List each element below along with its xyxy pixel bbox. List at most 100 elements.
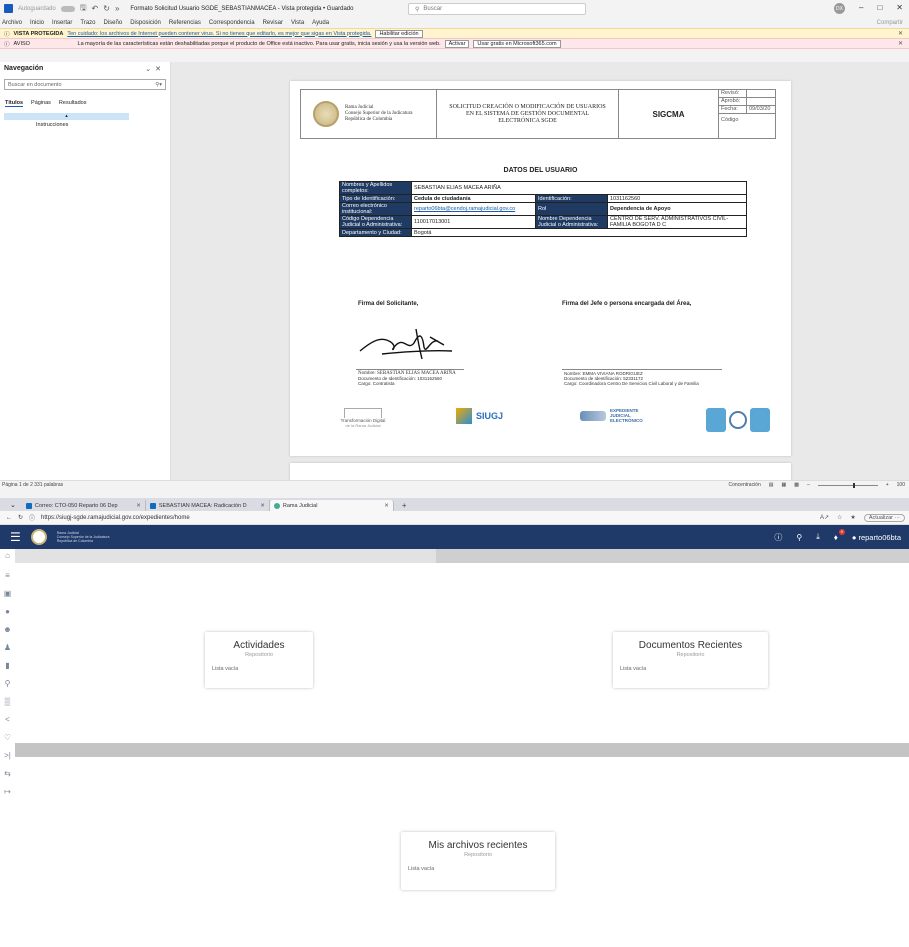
cell-label: Nombres y Apellidos completos: <box>339 181 412 195</box>
database-icon[interactable]: ● <box>3 607 12 616</box>
menu-disposicion[interactable]: Disposición <box>130 20 161 26</box>
menu-ayuda[interactable]: Ayuda <box>312 20 329 26</box>
browser-tab-radicacion[interactable]: SEBASTIAN MACEA: Radicación D ✕ <box>146 500 270 511</box>
signature-left-title: Firma del Solicitante, <box>358 301 419 307</box>
menu-vista[interactable]: Vista <box>291 20 304 26</box>
search-icon[interactable]: ⚲ <box>796 533 802 542</box>
card-empty-text: Lista vacía <box>212 666 239 672</box>
folder-icon[interactable]: ▣ <box>3 589 12 598</box>
nav-heading-item[interactable]: Instrucciones <box>0 120 170 128</box>
browser-tab-rama-judicial[interactable]: Rama Judicial ✕ <box>269 500 394 511</box>
menu-archivo[interactable]: Archivo <box>2 20 22 26</box>
notifications-icon[interactable]: ♦ 9 <box>834 528 845 542</box>
email-link[interactable]: reparto06bta@cendoj.ramajudicial.gov.co <box>411 202 536 216</box>
site-info-icon[interactable]: ⓘ <box>29 513 35 522</box>
autosave-toggle[interactable] <box>60 5 75 12</box>
reviso-label: Revisó: <box>719 90 747 97</box>
tab-actions-icon[interactable]: ⌄ <box>4 500 22 511</box>
cell-value: 110017013001 <box>411 215 536 229</box>
close-icon[interactable]: ✕ <box>896 3 903 14</box>
document-icon[interactable]: ▮ <box>3 661 12 670</box>
activate-button[interactable]: Activar <box>444 39 470 48</box>
favorite-icon[interactable]: ☆ <box>837 514 842 521</box>
more-icon[interactable]: » <box>115 4 119 13</box>
focus-button[interactable]: Concentración <box>729 482 761 488</box>
zoom-level[interactable]: 100 <box>897 482 905 488</box>
use-free-button[interactable]: Usar gratis en Microsoft365.com <box>473 39 561 48</box>
nav-search-input[interactable]: Buscar en documento ⚲▾ <box>4 79 166 90</box>
logout-icon[interactable]: ↦ <box>3 787 12 796</box>
users-icon[interactable]: ♟ <box>3 643 12 652</box>
protected-view-text[interactable]: Ten cuidado: los archivos de Internet pu… <box>67 31 371 37</box>
shield-icon[interactable]: ♡ <box>3 733 12 742</box>
siugj-logo: SIUGJ <box>456 408 503 424</box>
close-icon[interactable]: ✕ <box>260 503 265 509</box>
minimize-icon[interactable]: – <box>859 3 863 14</box>
help-icon[interactable]: ⓘ <box>774 532 782 543</box>
menu-inicio[interactable]: Inicio <box>30 20 44 26</box>
menu-icon[interactable]: ☰ <box>10 531 21 543</box>
menu-correspondencia[interactable]: Correspondencia <box>209 20 255 26</box>
chevron-down-icon[interactable]: ⌄ <box>145 66 155 73</box>
close-icon[interactable]: ✕ <box>898 30 903 37</box>
tab-resultados[interactable]: Resultados <box>59 100 87 107</box>
save-icon[interactable]: 🖫 <box>80 2 87 16</box>
tab-paginas[interactable]: Páginas <box>31 100 51 107</box>
home-icon[interactable]: ⌂ <box>3 551 12 560</box>
card-title: Documentos Recientes <box>638 640 743 651</box>
transfer-icon[interactable]: ⇆ <box>3 769 12 778</box>
user-icon[interactable]: ☻ <box>3 625 12 634</box>
notice-bar: ⓘ AVISO La mayoría de las característica… <box>0 38 909 49</box>
expand-icon[interactable]: >| <box>3 751 12 760</box>
word-search-box[interactable]: ⚲ Buscar <box>408 3 586 15</box>
search-icon: ⚲ <box>415 6 420 13</box>
zoom-slider[interactable] <box>817 482 878 488</box>
browser-tab-correo[interactable]: Correo: CTO-050 Reparto 06 Dep ✕ <box>22 500 146 511</box>
codigo-label: Código <box>721 117 739 123</box>
menu-revisar[interactable]: Revisar <box>263 20 283 26</box>
list-icon[interactable]: ≡ <box>3 571 12 580</box>
user-menu[interactable]: ● reparto06bta <box>852 533 901 542</box>
card-empty-text: Lista vacía <box>408 866 435 872</box>
avatar[interactable]: DX <box>834 3 845 14</box>
download-icon[interactable]: ⤓ <box>816 532 820 542</box>
tab-label: Rama Judicial <box>282 502 318 509</box>
nav-heading-collapse[interactable]: ▴ <box>4 113 129 120</box>
protected-view-bar: ⓘ VISTA PROTEGIDA Ten cuidado: los archi… <box>0 28 909 38</box>
favorites-icon[interactable]: ★ <box>850 514 855 521</box>
web-layout-icon[interactable]: ▩ <box>794 482 799 488</box>
close-icon[interactable]: ✕ <box>898 40 903 47</box>
close-icon[interactable]: ✕ <box>155 66 165 73</box>
search-icon[interactable]: ⚲ <box>3 679 12 688</box>
share-icon[interactable]: < <box>3 715 12 724</box>
new-tab-button[interactable]: + <box>394 500 415 511</box>
read-aloud-icon[interactable]: A↗ <box>820 514 829 521</box>
rama-judicial-logo-icon[interactable] <box>30 529 47 545</box>
card-title: Mis archivos recientes <box>428 840 528 851</box>
signer-left-info: Nombre: SEBASTIAN ELIAS MACEA ARIÑA Docu… <box>358 371 456 386</box>
print-layout-icon[interactable]: ▦ <box>781 482 786 488</box>
zoom-in-icon[interactable]: + <box>886 482 889 488</box>
close-icon[interactable]: ✕ <box>384 503 389 509</box>
menu-referencias[interactable]: Referencias <box>169 20 201 26</box>
tab-titulos[interactable]: Títulos <box>5 100 24 107</box>
url-input[interactable]: https://siugj-sgde.ramajudicial.gov.co/e… <box>41 515 190 521</box>
close-icon[interactable]: ✕ <box>136 503 141 509</box>
redo-icon[interactable]: ↻ <box>103 4 110 13</box>
chart-icon[interactable]: ▒ <box>3 697 12 706</box>
nav-title: Navegación <box>4 65 44 72</box>
read-mode-icon[interactable]: ▤ <box>769 482 774 488</box>
menu-insertar[interactable]: Insertar <box>52 20 72 26</box>
share-button[interactable]: Compartir <box>877 20 903 26</box>
menu-trazo[interactable]: Trazo <box>80 20 95 26</box>
zoom-out-icon[interactable]: – <box>807 482 810 488</box>
back-icon[interactable]: ← <box>6 515 12 521</box>
reload-icon[interactable]: ↻ <box>18 514 23 521</box>
signature-right-title: Firma del Jefe o persona encargada del Á… <box>562 301 692 307</box>
restore-icon[interactable]: □ <box>877 3 882 14</box>
undo-icon[interactable]: ↶ <box>92 4 99 13</box>
enable-editing-button[interactable]: Habilitar edición <box>375 29 423 38</box>
tab-label: Correo: CTO-050 Reparto 06 Dep <box>34 502 118 509</box>
update-button[interactable]: Actualizar ··· <box>863 513 905 522</box>
menu-diseno[interactable]: Diseño <box>104 20 123 26</box>
